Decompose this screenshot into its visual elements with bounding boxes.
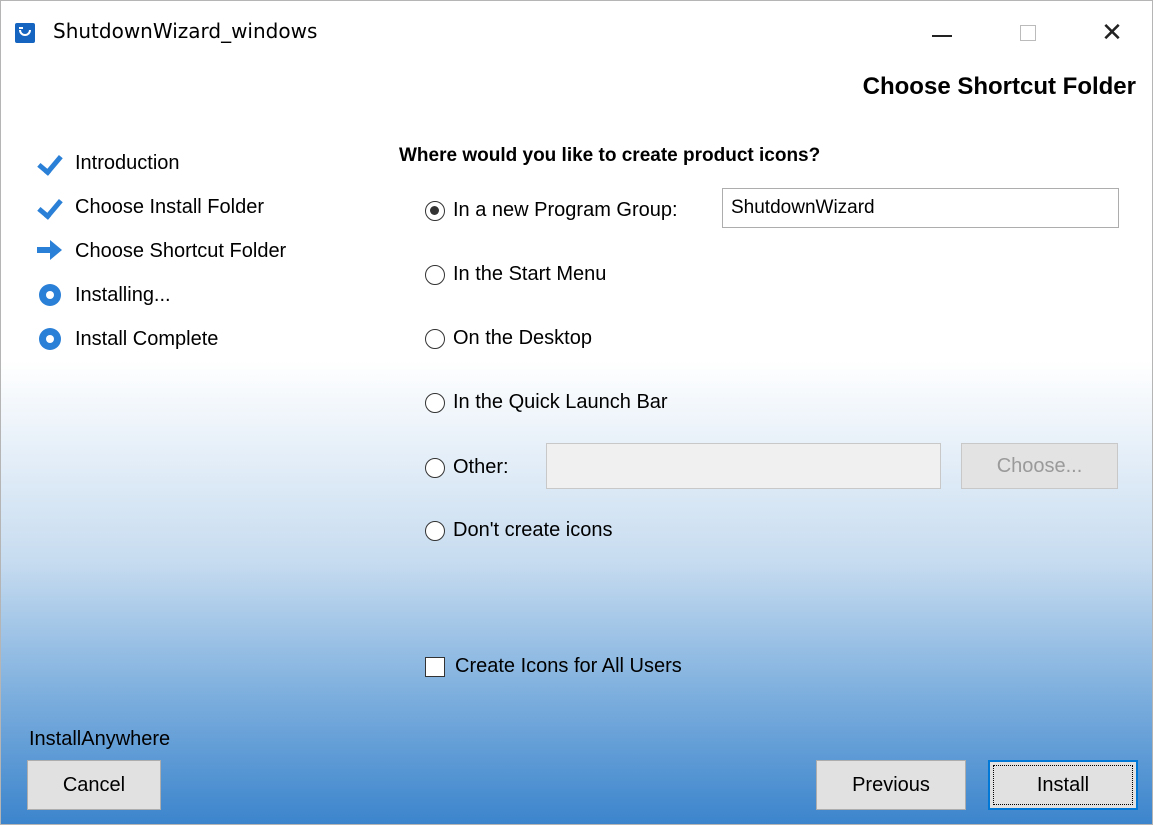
option-label: In the Quick Launch Bar [453, 391, 668, 413]
radio-button[interactable] [425, 457, 445, 478]
other-folder-input[interactable] [546, 443, 941, 489]
step-introduction: Introduction [37, 141, 286, 185]
option-label: In a new Program Group: [453, 199, 678, 221]
step-label: Choose Shortcut Folder [75, 239, 287, 262]
radio-button[interactable] [425, 200, 445, 221]
option-start-menu[interactable]: In the Start Menu [425, 263, 606, 286]
ring-icon [37, 327, 63, 351]
option-label: On the Desktop [453, 327, 592, 349]
step-list: Introduction Choose Install Folder Choos… [37, 141, 286, 361]
radio-button[interactable] [425, 328, 445, 349]
option-label: Don't create icons [453, 519, 613, 541]
question-heading: Where would you like to create product i… [399, 145, 821, 166]
step-choose-install-folder: Choose Install Folder [37, 185, 286, 229]
all-users-label: Create Icons for All Users [455, 655, 682, 677]
arrow-right-icon [37, 239, 63, 263]
radio-button[interactable] [425, 520, 445, 541]
previous-button[interactable]: Previous [816, 760, 966, 810]
install-button[interactable]: Install [988, 760, 1138, 810]
option-new-program-group[interactable]: In a new Program Group: [425, 199, 678, 222]
radio-button[interactable] [425, 264, 445, 285]
step-choose-shortcut-folder: Choose Shortcut Folder [37, 229, 286, 273]
option-dont-create[interactable]: Don't create icons [425, 519, 612, 542]
close-button[interactable]: ✕ [1089, 15, 1135, 51]
option-quick-launch[interactable]: In the Quick Launch Bar [425, 391, 668, 414]
check-icon [37, 195, 63, 219]
all-users-checkbox-row[interactable]: Create Icons for All Users [425, 655, 682, 678]
step-installing: Installing... [37, 273, 286, 317]
option-label: Other: [453, 456, 509, 478]
step-label: Introduction [75, 151, 180, 174]
option-other[interactable]: Other: [425, 456, 509, 479]
maximize-icon [1020, 25, 1036, 41]
minimize-icon [932, 35, 952, 37]
close-icon: ✕ [1101, 18, 1123, 48]
option-label: In the Start Menu [453, 263, 607, 285]
radio-button[interactable] [425, 392, 445, 413]
window-title: ShutdownWizard_windows [53, 19, 318, 43]
cancel-button[interactable]: Cancel [27, 760, 161, 810]
step-install-complete: Install Complete [37, 317, 286, 361]
program-group-input[interactable]: ShutdownWizard [722, 188, 1119, 228]
page-title: Choose Shortcut Folder [862, 73, 1136, 100]
app-icon [15, 23, 35, 43]
step-label: Install Complete [75, 327, 219, 350]
brand-label: InstallAnywhere [29, 728, 171, 750]
step-label: Installing... [75, 283, 171, 306]
all-users-checkbox[interactable] [425, 656, 445, 677]
option-desktop[interactable]: On the Desktop [425, 327, 592, 350]
check-icon [37, 151, 63, 175]
title-bar[interactable]: ShutdownWizard_windows ✕ [1, 1, 1152, 65]
minimize-button[interactable] [919, 15, 965, 51]
choose-button[interactable]: Choose... [961, 443, 1118, 489]
maximize-button[interactable] [1005, 15, 1051, 51]
step-label: Choose Install Folder [75, 195, 264, 218]
installer-window: ShutdownWizard_windows ✕ Choose Shortcut… [0, 0, 1153, 825]
ring-icon [37, 283, 63, 307]
